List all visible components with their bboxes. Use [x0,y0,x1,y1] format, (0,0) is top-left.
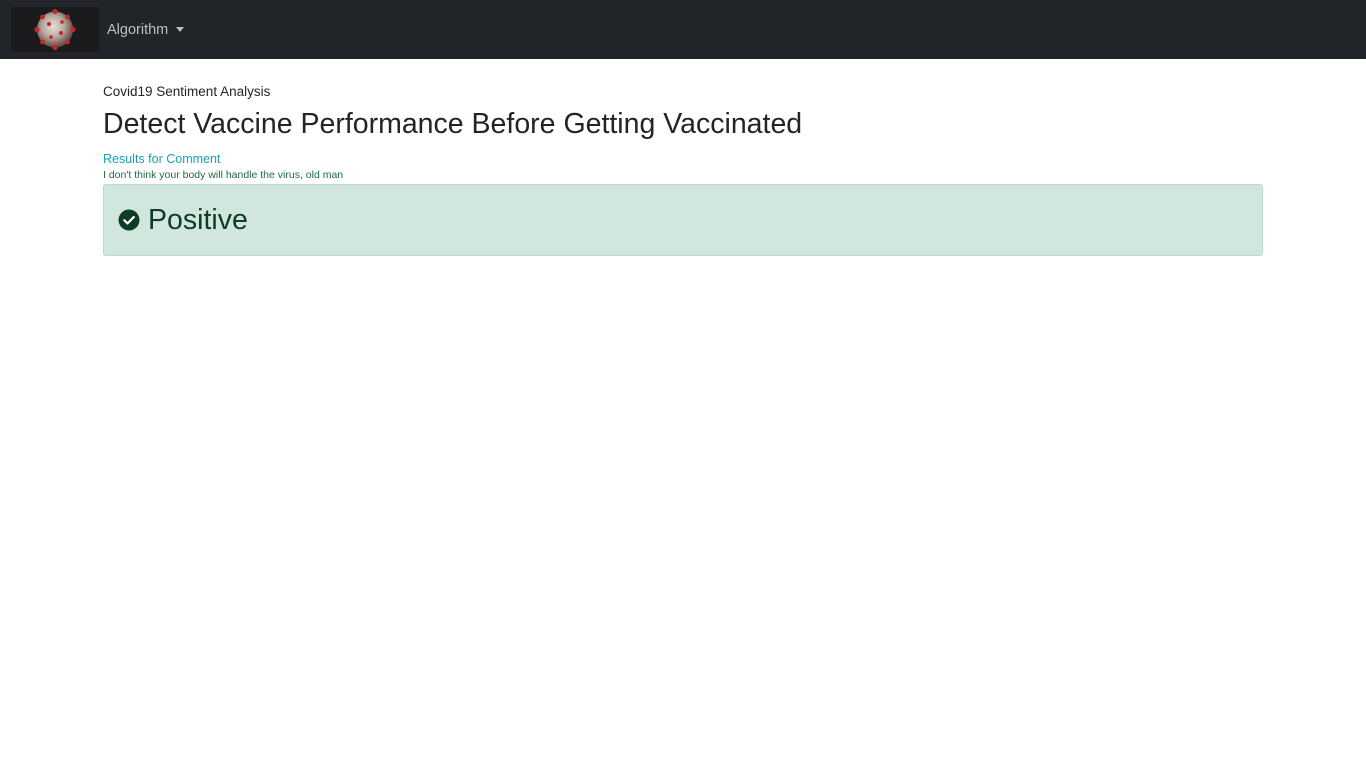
main-content: Covid19 Sentiment Analysis Detect Vaccin… [103,82,1263,256]
check-circle-icon [118,209,140,231]
algorithm-dropdown[interactable]: Algorithm [107,19,185,41]
results-label: Results for Comment [103,152,221,166]
comment-text: I don't think your body will handle the … [103,169,344,181]
caret-down-icon [176,26,185,32]
page-subtitle: Covid19 Sentiment Analysis [103,84,271,99]
top-navbar: Algorithm [0,0,1366,59]
coronavirus-logo-icon[interactable] [11,7,99,52]
result-alert: Positive [103,184,1263,256]
page-title: Detect Vaccine Performance Before Gettin… [103,108,803,140]
result-label: Positive [148,204,248,236]
algorithm-dropdown-label: Algorithm [107,22,169,38]
